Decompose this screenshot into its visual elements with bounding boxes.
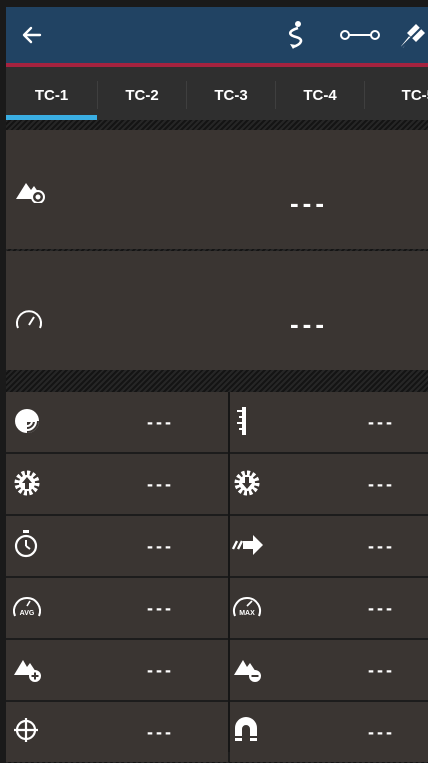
route-icon[interactable] (282, 19, 310, 51)
tab-tc-3[interactable]: TC-3 (187, 67, 275, 123)
panel-speed: --- (6, 251, 428, 370)
magnet-icon (232, 714, 260, 744)
value-display: --- (147, 536, 174, 556)
gauge-icon (12, 307, 46, 333)
value-display: --- (368, 536, 395, 556)
app-frame: TC-1 TC-2 TC-3 TC-4 TC-5 --- --- --- (6, 7, 428, 763)
panel-target-altitude: --- (6, 130, 428, 249)
value-display: --- (368, 598, 395, 618)
grid-cell: --- (230, 516, 428, 576)
grid-cell: --- (230, 392, 428, 452)
gauge-max-badge: MAX (239, 610, 255, 617)
grid-cell: --- (6, 516, 228, 576)
back-arrow-icon[interactable] (18, 21, 46, 49)
grid-cell: --- (230, 702, 428, 762)
value-display: --- (147, 722, 174, 742)
gauge-avg-icon: AVG (10, 594, 44, 620)
grid-cell: --- (6, 702, 228, 762)
column-divider (228, 392, 230, 752)
mountain-target-icon (14, 176, 48, 204)
radar-icon (12, 406, 42, 436)
gear-up-icon (12, 468, 42, 498)
value-display: --- (147, 474, 174, 494)
top-bar (6, 7, 428, 63)
grid-cell: MAX --- (230, 578, 428, 638)
tab-tc-5[interactable]: TC-5 (365, 67, 428, 123)
value-display: --- (147, 660, 174, 680)
gauge-max-icon: MAX (230, 594, 264, 620)
gauge-avg-badge: AVG (20, 610, 35, 617)
mountain-minus-icon (232, 654, 264, 684)
connection-icon[interactable] (338, 23, 382, 47)
value-display: --- (368, 722, 395, 742)
value-display: --- (147, 412, 174, 432)
mountain-plus-icon (12, 654, 44, 684)
value-display: --- (147, 598, 174, 618)
value-display: --- (368, 412, 395, 432)
pin-icon[interactable] (398, 19, 428, 51)
grid-cell: --- (6, 640, 228, 700)
speed-arrow-icon (230, 532, 266, 558)
grid-cell: --- (230, 454, 428, 514)
tab-tc-4[interactable]: TC-4 (276, 67, 364, 123)
grid-cell: AVG --- (6, 578, 228, 638)
value-display: --- (290, 309, 328, 339)
grid-cell: --- (6, 454, 228, 514)
grid-cell: --- (230, 640, 428, 700)
gear-down-icon (232, 468, 262, 498)
value-display: --- (368, 660, 395, 680)
hatch-divider (6, 120, 428, 130)
value-display: --- (290, 188, 328, 218)
stopwatch-icon (12, 528, 40, 560)
value-display: --- (368, 474, 395, 494)
grid-cell: --- (6, 392, 228, 452)
hatch-divider (6, 370, 428, 392)
crosshair-icon (12, 716, 40, 744)
tab-tc-2[interactable]: TC-2 (98, 67, 186, 123)
ruler-icon (232, 404, 252, 438)
